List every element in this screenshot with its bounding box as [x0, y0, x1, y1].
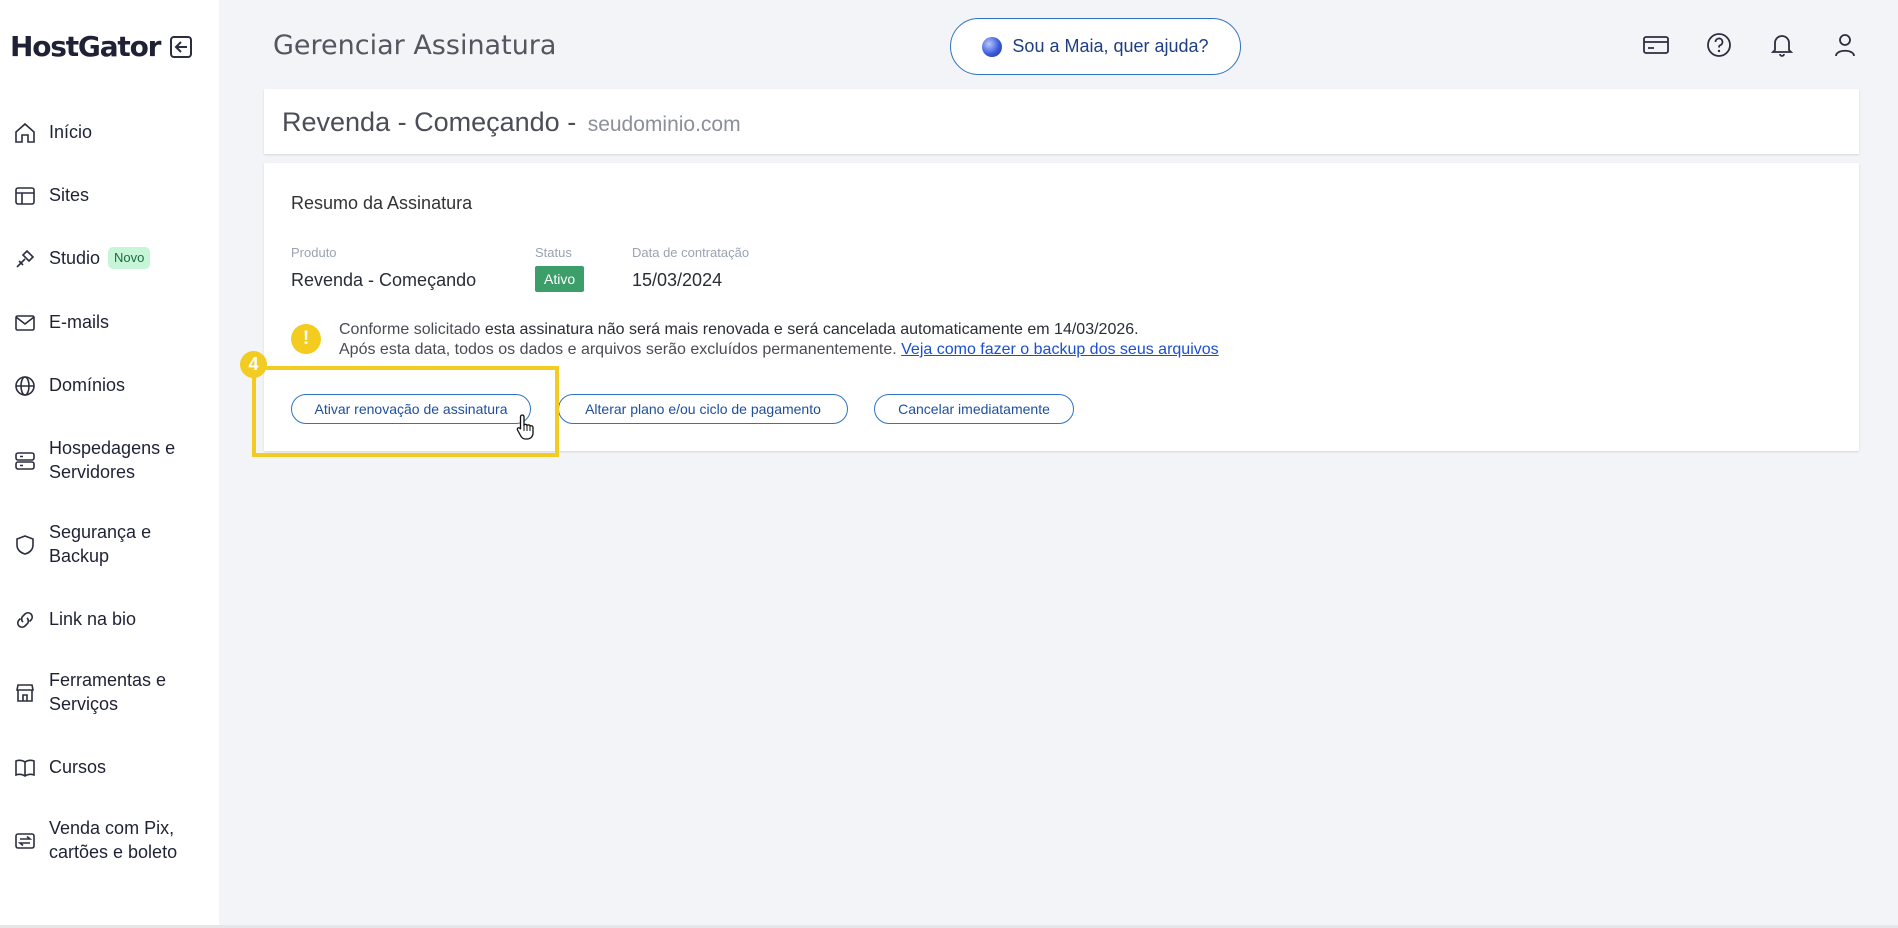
tools-icon [12, 246, 38, 272]
sidebar-item-sites[interactable]: Sites [12, 183, 89, 209]
change-plan-button[interactable]: Alterar plano e/ou ciclo de pagamento [558, 394, 848, 424]
step-number-badge: 4 [240, 351, 267, 378]
maia-assistant-button[interactable]: Sou a Maia, quer ajuda? [950, 18, 1241, 75]
sidebar-item-label: E-mails [49, 312, 110, 332]
store-icon [12, 680, 38, 706]
alert-line-2: Após esta data, todos os dados e arquivo… [339, 340, 1219, 360]
home-icon [12, 120, 38, 146]
product-label: Produto [291, 245, 337, 260]
contract-date-value: 15/03/2024 [632, 270, 723, 290]
alert-line-1: Conforme solicitado esta assinatura não … [339, 320, 1219, 340]
backup-guide-link[interactable]: Veja como fazer o backup dos seus arquiv… [901, 341, 1219, 358]
new-badge: Novo [108, 247, 151, 269]
plan-heading: Revenda - Começando - seudominio.com [282, 107, 741, 138]
sidebar-item-label: Domínios [49, 375, 126, 395]
sidebar-item-inicio[interactable]: Início [12, 120, 92, 146]
alert-line-1-emphasis: esta assinatura não será mais renovada e… [484, 321, 1139, 338]
sidebar-item-dominios[interactable]: Domínios [12, 373, 125, 399]
book-icon [12, 755, 38, 781]
server-icon [12, 448, 38, 474]
layout-icon [12, 183, 38, 209]
status-field: Status Ativo [535, 245, 585, 292]
plan-domain: seudominio.com [587, 113, 741, 136]
bell-icon[interactable] [1767, 30, 1797, 60]
product-value: Revenda - Começando [291, 270, 477, 290]
sidebar-item-label: Segurança e Backup [49, 522, 152, 566]
hostgator-logo[interactable]: HostGator [10, 30, 161, 63]
alert-text: Conforme solicitado esta assinatura não … [339, 320, 1219, 360]
sidebar-item-label: Venda com Pix, cartões e boleto [49, 818, 178, 862]
status-label: Status [535, 245, 572, 260]
alert-line-1-prefix: Conforme solicitado [339, 321, 485, 338]
step-highlight-box [252, 366, 559, 457]
sidebar-item-link-na-bio[interactable]: Link na bio [12, 607, 136, 633]
transfer-icon [12, 828, 38, 854]
sidebar-item-studio[interactable]: Studio Novo [12, 246, 151, 272]
maia-button-label: Sou a Maia, quer ajuda? [1012, 36, 1209, 56]
shield-icon [12, 532, 38, 558]
sidebar-item-label: Studio [49, 248, 101, 268]
contract-date-field: Data de contratação 15/03/2024 [632, 245, 749, 291]
cancel-now-button[interactable]: Cancelar imediatamente [874, 394, 1074, 424]
status-badge: Ativo [535, 266, 585, 292]
collapse-sidebar-icon[interactable] [170, 35, 193, 58]
help-icon[interactable] [1704, 30, 1734, 60]
sidebar-item-cursos[interactable]: Cursos [12, 755, 106, 781]
sidebar-item-ferramentas[interactable]: Ferramentas e Serviços [12, 668, 199, 716]
sidebar: HostGator Início Sites Studio Novo E-mai… [0, 0, 219, 928]
sidebar-item-emails[interactable]: E-mails [12, 310, 109, 336]
maia-orb-icon [982, 36, 1003, 57]
plan-separator: - [567, 107, 577, 137]
sidebar-item-label-wrap: Studio Novo [49, 246, 151, 270]
card-icon[interactable] [1641, 30, 1671, 60]
summary-title: Resumo da Assinatura [291, 193, 473, 213]
alert-line-2-text: Após esta data, todos os dados e arquivo… [339, 341, 902, 358]
page-title: Gerenciar Assinatura [273, 30, 557, 61]
cancellation-alert: ! Conforme solicitado esta assinatura nã… [291, 320, 1219, 360]
sidebar-item-label: Ferramentas e Serviços [49, 670, 167, 714]
brand-row: HostGator [10, 30, 193, 63]
sidebar-item-label: Início [49, 122, 93, 142]
sidebar-item-seguranca[interactable]: Segurança e Backup [12, 520, 179, 568]
mail-icon [12, 310, 38, 336]
sidebar-item-label: Sites [49, 185, 90, 205]
globe-icon [12, 373, 38, 399]
plan-header-card: Revenda - Começando - seudominio.com [264, 89, 1859, 154]
sidebar-item-venda-pix[interactable]: Venda com Pix, cartões e boleto [12, 816, 199, 864]
link-icon [12, 607, 38, 633]
product-field: Produto Revenda - Começando [291, 245, 476, 291]
sidebar-item-label: Link na bio [49, 609, 137, 629]
hand-pointer-icon [516, 414, 534, 440]
user-icon[interactable] [1830, 30, 1860, 60]
top-icon-bar [1641, 30, 1893, 60]
sidebar-item-label: Hospedagens e Servidores [49, 438, 176, 482]
plan-name: Revenda - Começando [282, 107, 560, 137]
contract-date-label: Data de contratação [632, 245, 750, 260]
sidebar-item-hospedagens[interactable]: Hospedagens e Servidores [12, 436, 199, 484]
warning-icon: ! [291, 324, 321, 354]
sidebar-item-label: Cursos [49, 757, 107, 777]
